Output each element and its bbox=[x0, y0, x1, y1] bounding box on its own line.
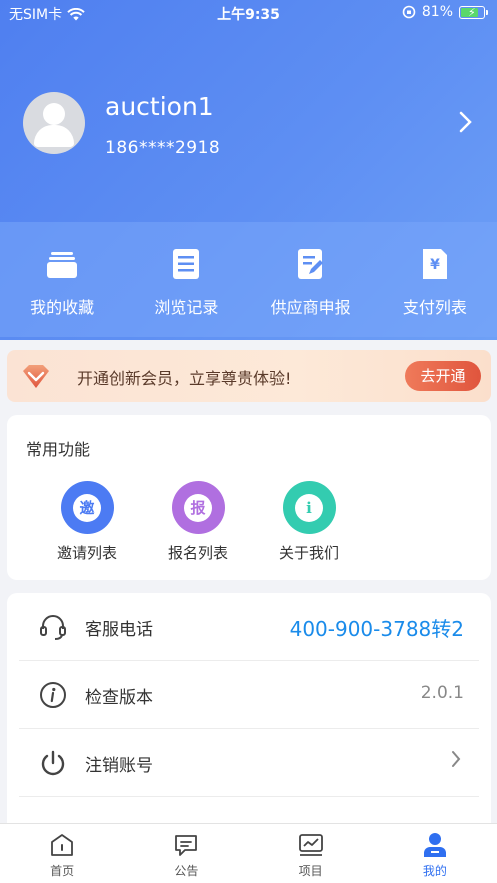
info-circle-icon: i bbox=[282, 481, 336, 534]
common-functions-card: 常用功能 邀 邀请列表 报 报名列表 i 关于我们 bbox=[7, 415, 491, 580]
func-about-us[interactable]: i 关于我们 bbox=[264, 481, 354, 563]
phone-number: 186****2918 bbox=[105, 138, 221, 158]
tab-bar: 首页 公告 项目 我的 bbox=[0, 823, 497, 883]
chevron-right-icon bbox=[451, 749, 461, 774]
folder-icon bbox=[47, 252, 78, 278]
quick-actions: 我的收藏 浏览记录 供应商申报 ¥ 支付列表 bbox=[0, 222, 497, 337]
yen-doc-icon: ¥ bbox=[422, 249, 447, 279]
power-icon bbox=[41, 750, 65, 776]
activate-vip-button[interactable]: 去开通 bbox=[405, 361, 481, 391]
svg-text:¥: ¥ bbox=[430, 257, 440, 273]
diamond-icon bbox=[23, 365, 49, 388]
section-title: 常用功能 bbox=[26, 440, 91, 459]
signup-icon: 报 bbox=[171, 481, 225, 534]
orientation-lock-icon bbox=[402, 5, 416, 19]
service-phone-link[interactable]: 400-900-3788转2 bbox=[290, 613, 464, 642]
tab-mine[interactable]: 我的 bbox=[373, 824, 497, 883]
quick-item-history[interactable]: 浏览记录 bbox=[124, 222, 248, 337]
list-item-service-phone[interactable]: 客服电话 400-900-3788转2 bbox=[19, 593, 479, 661]
tab-projects[interactable]: 项目 bbox=[249, 824, 373, 883]
chevron-right-icon[interactable] bbox=[459, 110, 473, 140]
chart-card-icon bbox=[298, 834, 323, 856]
user-icon bbox=[423, 833, 446, 857]
profile-row[interactable]: auction1 186****2918 bbox=[23, 92, 483, 158]
home-icon bbox=[51, 834, 74, 856]
settings-list: 客服电话 400-900-3788转2 检查版本 2.0.1 注销账号 bbox=[7, 593, 491, 833]
list-item-delete-account[interactable]: 注销账号 bbox=[19, 729, 479, 797]
vip-text: 开通创新会员，立享尊贵体验! bbox=[77, 369, 292, 388]
edit-doc-icon bbox=[297, 249, 323, 279]
tab-announcements[interactable]: 公告 bbox=[124, 824, 248, 883]
status-bar: 无SIM卡 上午9:35 81% ⚡ bbox=[0, 0, 497, 28]
list-doc-icon bbox=[173, 249, 200, 279]
func-signup-list[interactable]: 报 报名列表 bbox=[153, 481, 243, 563]
avatar[interactable] bbox=[23, 92, 85, 154]
info-icon bbox=[40, 682, 66, 708]
list-item-check-version[interactable]: 检查版本 2.0.1 bbox=[19, 661, 479, 729]
headset-icon bbox=[40, 615, 66, 640]
invite-icon: 邀 bbox=[60, 481, 114, 534]
version-number: 2.0.1 bbox=[420, 683, 464, 703]
quick-item-supplier[interactable]: 供应商申报 bbox=[249, 222, 373, 337]
quick-item-favorites[interactable]: 我的收藏 bbox=[0, 222, 124, 337]
battery-percent: 81% bbox=[421, 4, 453, 20]
vip-banner[interactable]: 开通创新会员，立享尊贵体验! 去开通 bbox=[7, 350, 491, 402]
message-icon bbox=[175, 835, 198, 856]
battery-icon: ⚡ bbox=[459, 5, 488, 19]
quick-item-payments[interactable]: ¥ 支付列表 bbox=[373, 222, 497, 337]
tab-home[interactable]: 首页 bbox=[0, 824, 124, 883]
username: auction1 bbox=[105, 92, 214, 121]
func-invite-list[interactable]: 邀 邀请列表 bbox=[42, 481, 132, 563]
